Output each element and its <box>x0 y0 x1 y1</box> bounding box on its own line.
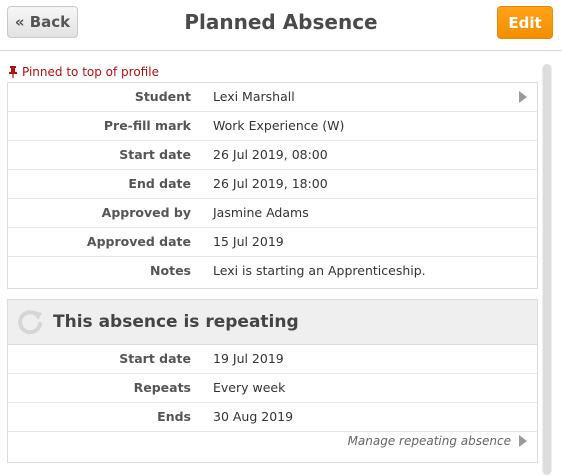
detail-value: 15 Jul 2019 <box>213 234 284 249</box>
repeat-label: Repeats <box>133 380 191 395</box>
detail-value: 26 Jul 2019, 18:00 <box>213 176 328 191</box>
planned-absence-page: « Back Planned Absence Edit Pinned to to… <box>0 0 562 475</box>
detail-value: Jasmine Adams <box>213 205 309 220</box>
detail-value: 26 Jul 2019, 08:00 <box>213 147 328 162</box>
detail-label: Student <box>134 89 191 104</box>
detail-row-notes: Notes Lexi is starting an Apprenticeship… <box>8 257 537 285</box>
repeat-value: 19 Jul 2019 <box>213 351 284 366</box>
pin-icon <box>9 66 17 78</box>
pinned-text: Pinned to top of profile <box>22 65 159 79</box>
detail-label: Approved date <box>86 234 191 249</box>
edit-button[interactable]: Edit <box>497 6 553 39</box>
repeating-header: This absence is repeating <box>8 300 537 345</box>
detail-row-end-date: End date 26 Jul 2019, 18:00 <box>8 170 537 199</box>
detail-value: Lexi is starting an Apprenticeship. <box>213 263 426 278</box>
repeat-value: 30 Aug 2019 <box>213 409 294 424</box>
pinned-note: Pinned to top of profile <box>8 65 159 79</box>
absence-details-panel: Student Lexi Marshall Pre-fill mark Work… <box>7 82 538 289</box>
chevron-right-icon <box>519 435 527 447</box>
detail-row-student[interactable]: Student Lexi Marshall <box>8 83 537 112</box>
detail-label: Pre-fill mark <box>103 118 191 133</box>
detail-row-prefill-mark: Pre-fill mark Work Experience (W) <box>8 112 537 141</box>
scrollbar-thumb[interactable] <box>543 64 551 475</box>
detail-row-approved-by: Approved by Jasmine Adams <box>8 199 537 228</box>
detail-row-start-date: Start date 26 Jul 2019, 08:00 <box>8 141 537 170</box>
repeating-title: This absence is repeating <box>53 312 299 332</box>
detail-label: Approved by <box>101 205 191 220</box>
repeating-absence-panel: This absence is repeating Start date 19 … <box>7 299 538 463</box>
detail-label: Notes <box>150 263 191 278</box>
repeat-label: Ends <box>157 409 191 424</box>
repeat-row-start-date: Start date 19 Jul 2019 <box>8 345 537 374</box>
detail-value: Lexi Marshall <box>213 89 295 104</box>
manage-repeating-absence-link[interactable]: Manage repeating absence <box>348 434 527 448</box>
scrollbar[interactable] <box>542 64 552 475</box>
repeat-row-repeats: Repeats Every week <box>8 374 537 403</box>
detail-label: Start date <box>119 147 191 162</box>
header-bar: « Back Planned Absence Edit <box>0 0 562 51</box>
repeat-icon <box>18 310 42 335</box>
chevron-right-icon <box>519 91 527 103</box>
repeat-row-ends: Ends 30 Aug 2019 <box>8 403 537 432</box>
page-title: Planned Absence <box>184 10 378 34</box>
repeat-label: Start date <box>119 351 191 366</box>
repeat-value: Every week <box>213 380 286 395</box>
manage-repeating-label: Manage repeating absence <box>347 434 511 448</box>
detail-row-approved-date: Approved date 15 Jul 2019 <box>8 228 537 257</box>
detail-value: Work Experience (W) <box>213 118 345 133</box>
detail-label: End date <box>128 176 191 191</box>
